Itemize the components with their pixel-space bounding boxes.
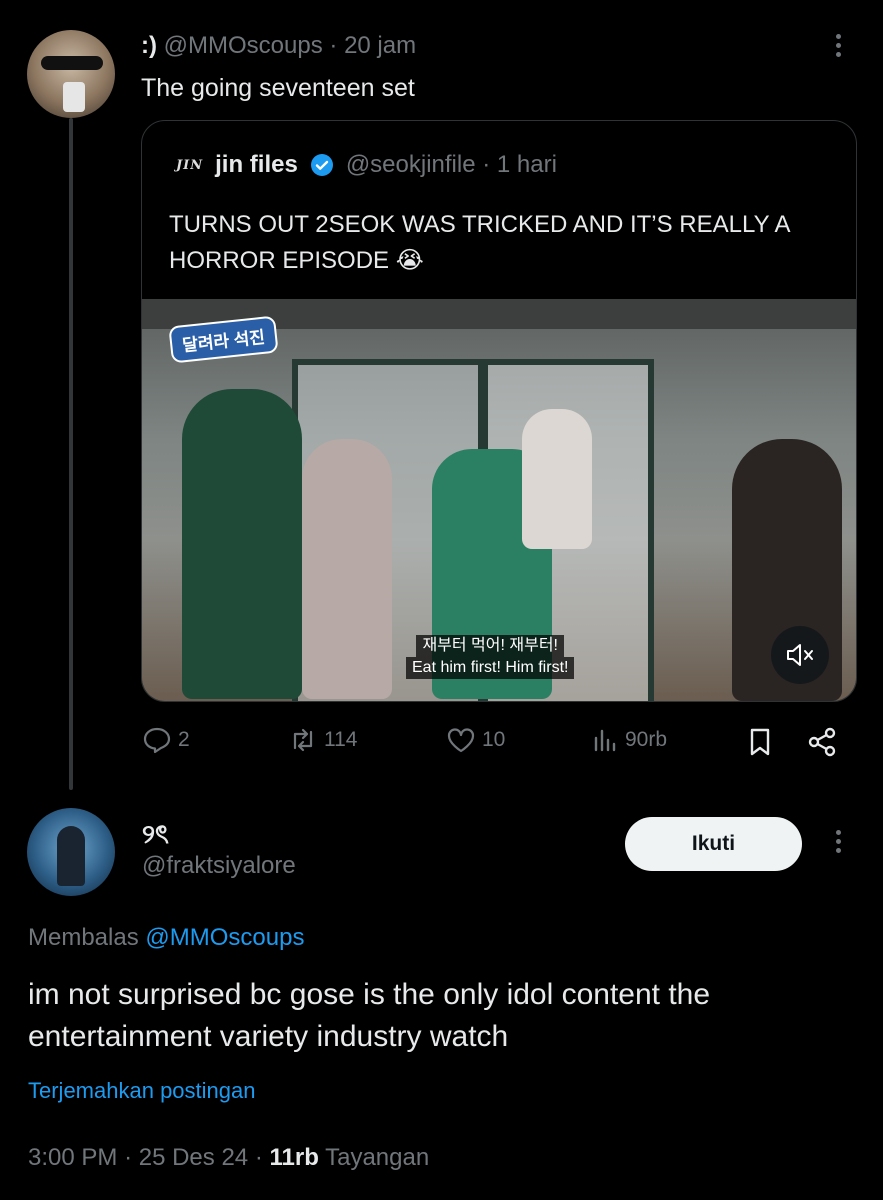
reply-more-icon[interactable]: [828, 830, 848, 857]
reply-time[interactable]: 3:00 PM: [28, 1144, 117, 1171]
video-subtitles: 재부터 먹어! 재부터! Eat him first! Him first!: [406, 635, 575, 679]
follow-button[interactable]: Ikuti: [625, 817, 802, 871]
quote-separator: ·: [482, 151, 491, 178]
subtitle-english: Eat him first! Him first!: [406, 657, 575, 679]
avatar-figure: [57, 826, 85, 886]
share-icon[interactable]: [806, 726, 838, 758]
quote-header: JIN jin files @seokjinfile · 1 hari: [176, 151, 557, 179]
reply-views-count: 11rb: [269, 1144, 319, 1171]
avatar-mmoscoups[interactable]: [27, 30, 115, 118]
video-player[interactable]: 달려라 석진 재부터 먹어! 재부터! Eat him first! Him f…: [142, 299, 856, 701]
quote-text: TURNS OUT 2SEOK WAS TRICKED AND IT’S REA…: [169, 211, 790, 274]
reply-text: im not surprised bc gose is the only ido…: [28, 978, 711, 1053]
repost-action[interactable]: 114: [288, 726, 357, 754]
video-figure-1: [182, 389, 302, 699]
avatar-fraktsiyalore[interactable]: [27, 808, 115, 896]
reply-display-name[interactable]: ୨ৎ: [142, 818, 169, 850]
heart-icon: [447, 728, 475, 753]
replying-to-handle[interactable]: @MMOscoups: [145, 924, 304, 951]
reply-meta-separator-2: ·: [254, 1144, 263, 1171]
post-separator: ·: [329, 32, 338, 59]
quoted-post[interactable]: JIN jin files @seokjinfile · 1 hari TURN…: [141, 120, 857, 702]
quote-handle[interactable]: @seokjinfile: [346, 151, 476, 178]
reply-meta: 3:00 PM · 25 Des 24 · 11rb Tayangan: [28, 1142, 429, 1174]
video-figure-4: [522, 409, 592, 549]
replying-label: Membalas: [28, 924, 139, 951]
post-header: :) @MMOscoups · 20 jam: [141, 30, 416, 62]
post-text: The going seventeen set: [141, 74, 415, 102]
avatar-phone: [63, 82, 85, 112]
views-count: 90rb: [625, 728, 668, 751]
subtitle-korean: 재부터 먹어! 재부터!: [416, 635, 564, 657]
verified-badge-icon: [310, 154, 333, 176]
like-count: 10: [482, 728, 506, 751]
translate-link[interactable]: Terjemahkan postingan: [28, 1076, 255, 1106]
quote-time[interactable]: 1 hari: [497, 151, 557, 178]
repost-icon: [293, 728, 313, 752]
post-more-icon[interactable]: [828, 34, 848, 61]
quote-avatar-logo[interactable]: JIN: [176, 158, 203, 173]
views-action[interactable]: 90rb: [593, 726, 667, 754]
reply-meta-separator-1: ·: [124, 1144, 133, 1171]
post-time[interactable]: 20 jam: [344, 32, 416, 59]
video-figure-2: [302, 439, 392, 699]
mute-button[interactable]: [771, 626, 829, 684]
post-handle[interactable]: @MMOscoups: [164, 32, 323, 59]
thread-line: [69, 118, 73, 790]
reply-count: 2: [178, 728, 190, 751]
reply-views-label: Tayangan: [325, 1144, 430, 1171]
avatar-sunglasses: [41, 56, 103, 70]
reply-handle[interactable]: @fraktsiyalore: [142, 850, 296, 882]
reply-icon: [143, 727, 171, 754]
like-action[interactable]: 10: [446, 726, 505, 754]
reply-action[interactable]: 2: [142, 726, 190, 754]
repost-count: 114: [324, 728, 358, 751]
speaker-muted-icon: [787, 644, 813, 666]
bookmark-icon[interactable]: [746, 727, 774, 757]
reply-date[interactable]: 25 Des 24: [139, 1144, 248, 1171]
post-display-name[interactable]: :): [141, 32, 157, 59]
views-chart-icon: [594, 729, 616, 752]
replying-to-line: Membalas @MMOscoups: [28, 922, 304, 954]
quote-name[interactable]: jin files: [215, 151, 298, 179]
